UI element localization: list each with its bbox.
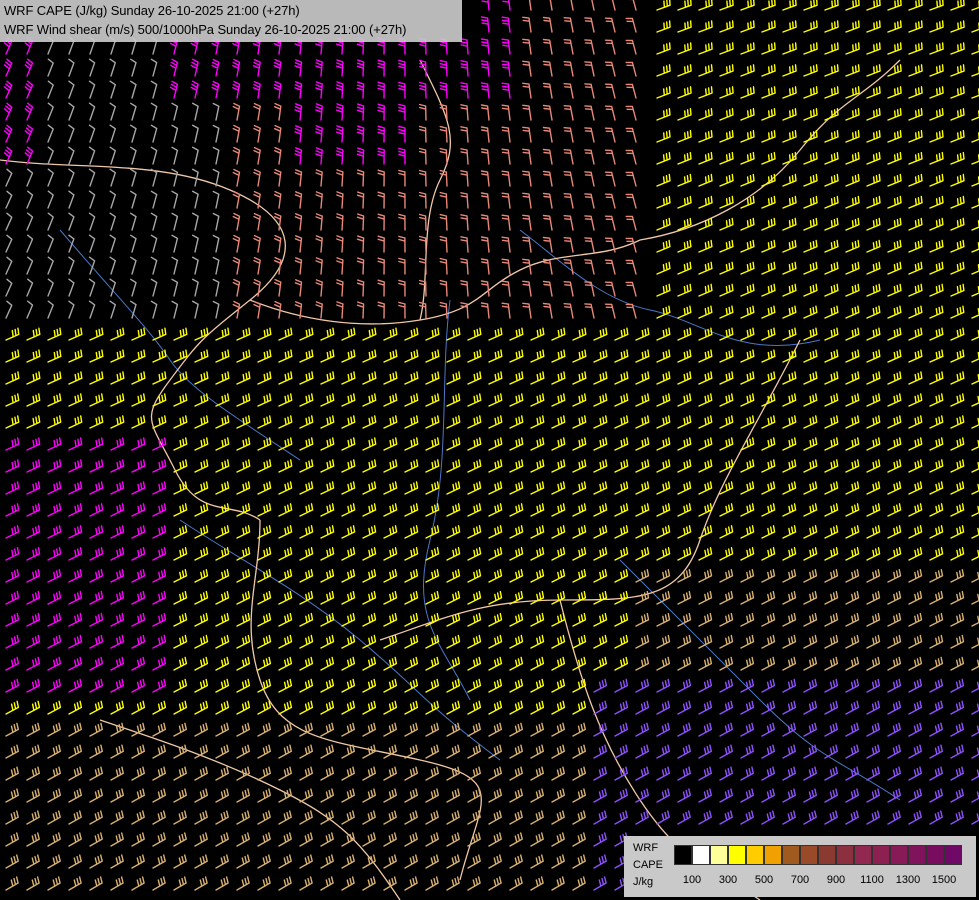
legend-swatch <box>836 845 854 865</box>
legend-tick: 1500 <box>931 874 957 886</box>
legend-tick: 900 <box>826 874 846 886</box>
legend-swatch <box>944 845 962 865</box>
legend-swatch <box>872 845 890 865</box>
title-panel: WRF CAPE (J/kg) Sunday 26-10-2025 21:00 … <box>0 0 462 42</box>
legend-swatch <box>800 845 818 865</box>
legend-swatch <box>890 845 908 865</box>
cape-title: WRF CAPE (J/kg) Sunday 26-10-2025 21:00 … <box>4 3 300 18</box>
cape-legend: WRF CAPE J/kg 100 300 500 700 900 1100 1300 150… <box>624 836 976 897</box>
legend-swatch <box>854 845 872 865</box>
legend-swatch <box>818 845 836 865</box>
legend-color-scale <box>674 845 962 865</box>
legend-model-label: WRF <box>633 842 659 854</box>
legend-tick: 700 <box>790 874 810 886</box>
legend-tick: 300 <box>718 874 738 886</box>
legend-swatch <box>908 845 926 865</box>
legend-tick-labels: 100 300 500 700 900 1100 1300 1500 <box>624 874 976 890</box>
legend-tick: 100 <box>682 874 702 886</box>
legend-swatch <box>692 845 710 865</box>
legend-tick: 1300 <box>895 874 921 886</box>
legend-variable-label: CAPE <box>633 859 663 871</box>
legend-tick: 1100 <box>860 874 884 886</box>
legend-swatch <box>746 845 764 865</box>
wind-shear-title: WRF Wind shear (m/s) 500/1000hPa Sunday … <box>4 22 407 37</box>
legend-swatch <box>710 845 728 865</box>
legend-swatch <box>674 845 692 865</box>
legend-tick: 500 <box>754 874 774 886</box>
legend-swatch <box>764 845 782 865</box>
wind-shear-map <box>0 0 979 900</box>
legend-swatch <box>926 845 944 865</box>
legend-swatch <box>782 845 800 865</box>
legend-swatch <box>728 845 746 865</box>
